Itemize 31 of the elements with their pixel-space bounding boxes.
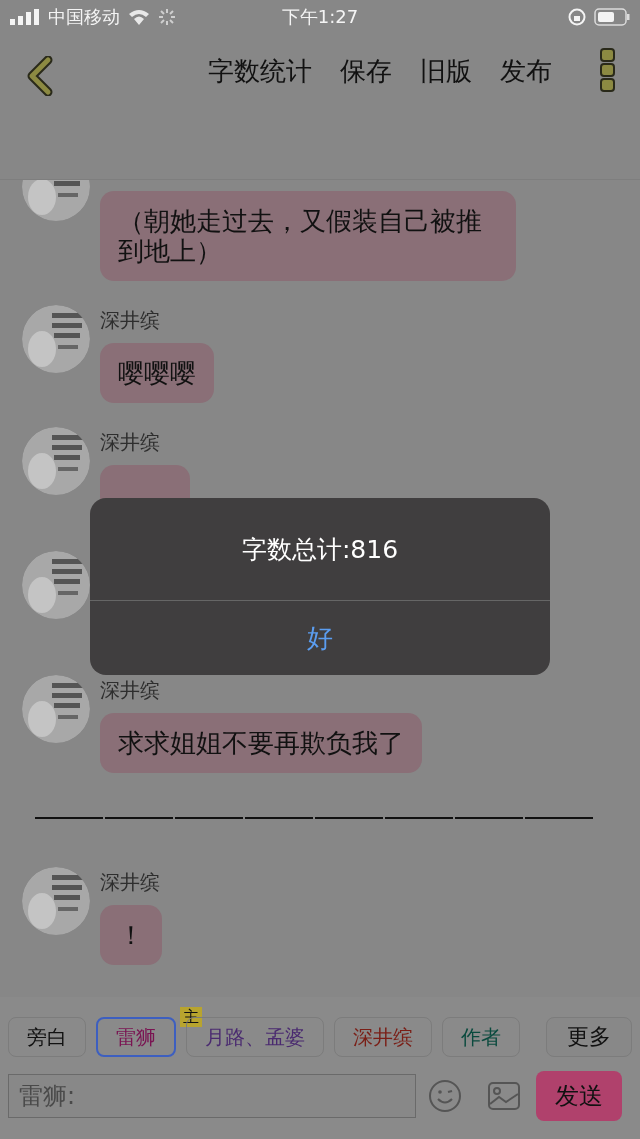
sender-name: 深井缤: [100, 429, 160, 456]
message-bubble: 求求姐姐不要再欺负我了: [100, 713, 422, 773]
header-action[interactable]: 保存: [340, 54, 392, 89]
host-badge: 主: [180, 1007, 202, 1027]
loading-icon: [158, 8, 176, 26]
emoji-icon[interactable]: [428, 1079, 462, 1113]
header-action[interactable]: 发布: [500, 54, 552, 89]
image-icon[interactable]: [488, 1082, 520, 1110]
menu-icon[interactable]: [600, 48, 616, 92]
role-chip[interactable]: 作者: [442, 1017, 520, 1057]
wifi-icon: [128, 9, 150, 25]
signal-icon: [10, 9, 40, 25]
role-chip[interactable]: 旁白: [8, 1017, 86, 1057]
header-action[interactable]: 字数统计: [208, 54, 312, 89]
sender-name: 深井缤: [100, 869, 160, 896]
more-button[interactable]: 更多: [546, 1017, 632, 1057]
carrier-name: 中国移动: [48, 5, 120, 29]
battery-icon: [594, 8, 630, 26]
message-bubble: ！: [100, 905, 162, 965]
sender-name: 深井缤: [100, 677, 160, 704]
status-time: 下午1:27: [281, 5, 359, 29]
sender-name: 深井缤: [100, 307, 160, 334]
header-action[interactable]: 旧版: [420, 54, 472, 89]
send-button[interactable]: 发送: [536, 1071, 622, 1121]
rotation-lock-icon: [568, 8, 586, 26]
dialog-message: 字数总计:816: [90, 498, 550, 601]
role-chip[interactable]: 深井缤: [334, 1017, 432, 1057]
message-bubble: （朝她走过去，又假装自己被推到地上）: [100, 191, 516, 281]
message-bubble: 嘤嘤嘤: [100, 343, 214, 403]
ok-button[interactable]: 好: [90, 601, 550, 675]
message-input[interactable]: 雷狮:: [8, 1074, 416, 1118]
